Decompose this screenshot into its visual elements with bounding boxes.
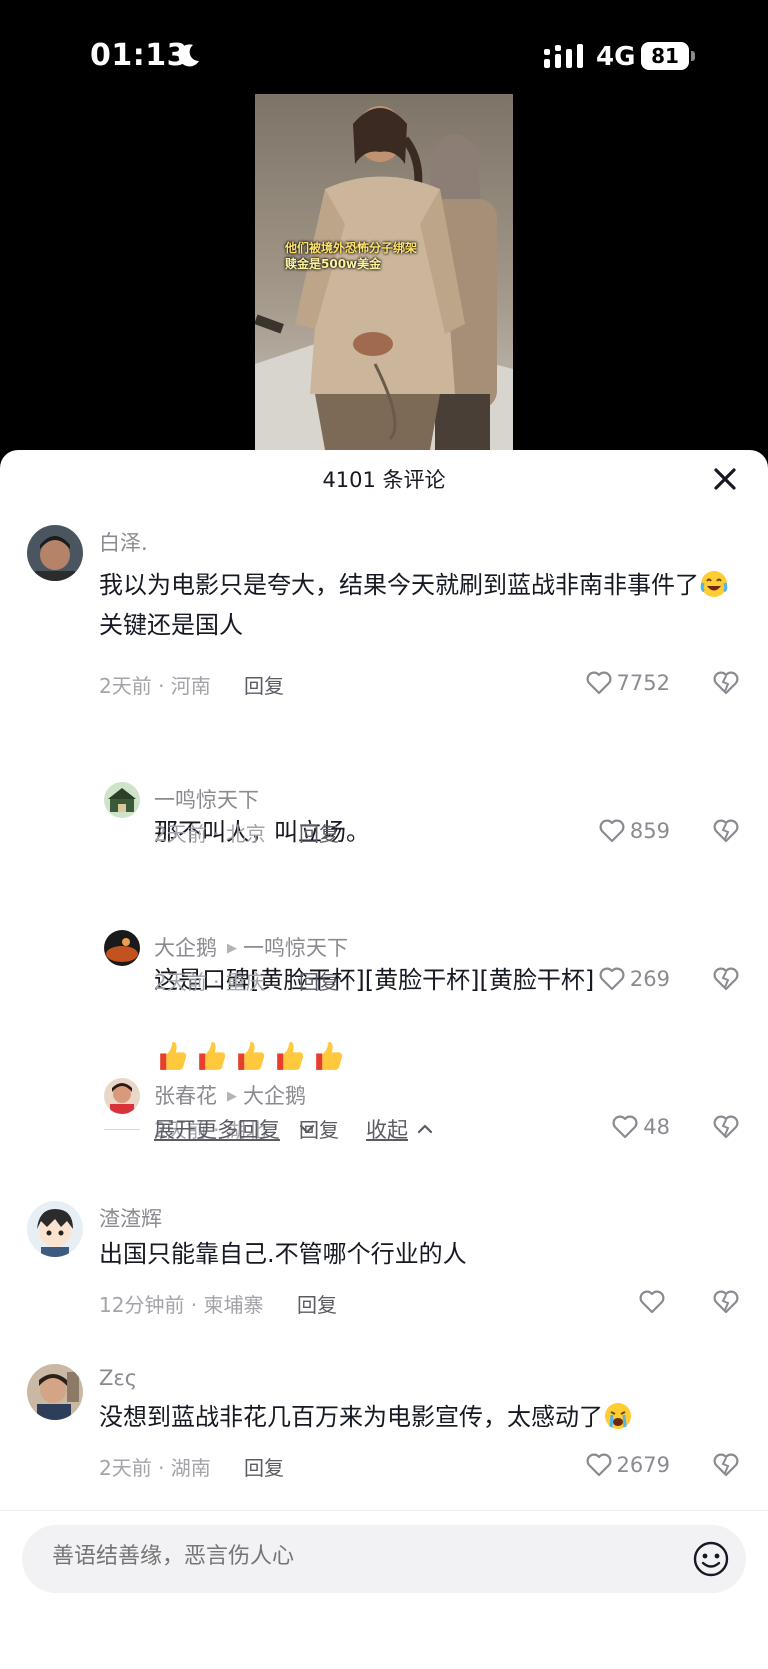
video-caption: 他们被境外恐怖分子绑架 赎金是500w美金 xyxy=(285,240,417,272)
broken-heart-icon[interactable] xyxy=(711,1288,741,1316)
comment-input-bar xyxy=(0,1510,768,1669)
crying-emoji xyxy=(605,1403,631,1429)
collapse-replies-button[interactable]: 收起 xyxy=(366,1114,408,1144)
like-button[interactable]: 7752 xyxy=(560,669,670,697)
divider xyxy=(104,1129,140,1130)
heart-outline-icon xyxy=(586,671,612,695)
status-time: 01:13 xyxy=(90,38,188,73)
battery-tip xyxy=(691,51,695,61)
comment-meta: 12分钟前 · 柬埔寨 xyxy=(99,1293,264,1317)
comments-sheet: 4101 条评论 白泽. 我以为电影只是夸大，结果今天就刷到蓝战非南非事件了关键… xyxy=(0,450,768,1669)
comment-text-part1: 我以为电影只是夸大，结果今天就刷到蓝战非南非事件了 xyxy=(99,571,699,599)
like-button[interactable]: 859 xyxy=(580,817,670,845)
like-count: 859 xyxy=(629,819,670,843)
heart-outline-icon xyxy=(599,819,625,843)
chevron-down-icon xyxy=(299,1124,315,1134)
avatar[interactable] xyxy=(104,782,140,818)
reply-button[interactable]: 回复 xyxy=(297,1289,337,1318)
thumbs-up-emoji xyxy=(316,1041,343,1070)
network-type: 4G xyxy=(596,42,636,72)
thumbs-up-emoji xyxy=(160,1041,187,1070)
reply-username-text: 大企鹅 xyxy=(154,936,217,960)
comment-username[interactable]: Ζες xyxy=(99,1366,137,1390)
reply-button[interactable]: 回复 xyxy=(299,966,339,995)
like-count: 269 xyxy=(629,967,670,991)
video-preview[interactable]: 他们被境外恐怖分子绑架 赎金是500w美金 xyxy=(255,94,513,450)
heart-outline-icon xyxy=(639,1290,665,1314)
comment-username[interactable]: 白泽. xyxy=(99,527,148,557)
like-button[interactable]: 2679 xyxy=(560,1451,670,1479)
broken-heart-icon[interactable] xyxy=(711,817,741,845)
like-count: 48 xyxy=(643,1115,670,1139)
reply-username[interactable]: 一鸣惊天下 xyxy=(154,784,259,814)
comment-list[interactable]: 白泽. 我以为电影只是夸大，结果今天就刷到蓝战非南非事件了关键还是国人 2天前 … xyxy=(0,518,768,1556)
reply-meta: 2天前 · 北京 xyxy=(154,822,266,846)
close-icon[interactable] xyxy=(710,464,740,494)
reply-username[interactable]: 张春花 ▶ 大企鹅 xyxy=(154,1080,306,1110)
video-caption-line1: 他们被境外恐怖分子绑架 xyxy=(285,241,418,255)
reply-text-emojis xyxy=(154,1038,345,1073)
heart-outline-icon xyxy=(586,1453,612,1477)
comment-input[interactable] xyxy=(52,1544,652,1569)
reply-to-arrow-icon: ▶ xyxy=(227,941,237,956)
reply-meta: 2天前 · 重庆 xyxy=(154,970,266,994)
reply-button[interactable]: 回复 xyxy=(299,818,339,847)
comment-text-body: 没想到蓝战非花几百万来为电影宣传，太感动了 xyxy=(99,1403,603,1431)
avatar[interactable] xyxy=(104,930,140,966)
thumbs-up-emoji xyxy=(199,1041,226,1070)
reply-to-username: 一鸣惊天下 xyxy=(243,936,348,960)
comment-input-box[interactable] xyxy=(22,1525,746,1593)
reply-button[interactable]: 回复 xyxy=(244,1452,284,1481)
expand-replies-button[interactable]: 展开更多回复 xyxy=(154,1114,280,1144)
comment-meta: 2天前 · 湖南 xyxy=(99,1456,211,1480)
reply-button[interactable]: 回复 xyxy=(244,670,284,699)
heart-outline-icon xyxy=(599,967,625,991)
battery-indicator: 81 xyxy=(641,42,695,70)
broken-heart-icon[interactable] xyxy=(711,1451,741,1479)
thumbs-up-emoji xyxy=(238,1041,265,1070)
avatar[interactable] xyxy=(27,1201,83,1257)
like-count: 2679 xyxy=(616,1453,670,1477)
smiley-icon[interactable] xyxy=(691,1539,731,1579)
laugh-cry-emoji xyxy=(700,571,728,597)
avatar[interactable] xyxy=(27,1364,83,1420)
like-button[interactable]: 269 xyxy=(580,965,670,993)
reply-to-arrow-icon: ▶ xyxy=(227,1089,237,1104)
chevron-up-icon xyxy=(417,1124,433,1134)
comment-text-part2: 关键还是国人 xyxy=(99,611,243,639)
broken-heart-icon[interactable] xyxy=(711,669,741,697)
comment-text: 没想到蓝战非花几百万来为电影宣传，太感动了 xyxy=(99,1397,739,1437)
comment-meta: 2天前 · 河南 xyxy=(99,674,211,698)
comments-count-title: 4101 条评论 xyxy=(322,468,446,492)
comment-text: 我以为电影只是夸大，结果今天就刷到蓝战非南非事件了关键还是国人 xyxy=(99,565,739,645)
comment-text: 出国只能靠自己.不管哪个行业的人 xyxy=(99,1240,467,1268)
status-bar: 01:13 4G 81 xyxy=(0,0,768,100)
reply-to-username: 大企鹅 xyxy=(243,1084,306,1108)
thumbs-up-emoji xyxy=(277,1041,304,1070)
avatar[interactable] xyxy=(27,525,83,581)
like-count: 7752 xyxy=(616,671,670,695)
broken-heart-icon[interactable] xyxy=(711,1113,741,1141)
moon-icon xyxy=(178,44,199,67)
broken-heart-icon[interactable] xyxy=(711,965,741,993)
comment-username[interactable]: 渣渣辉 xyxy=(99,1203,162,1233)
battery-level: 81 xyxy=(641,42,689,70)
video-caption-line2: 赎金是500w美金 xyxy=(285,257,382,271)
reply-username[interactable]: 大企鹅 ▶ 一鸣惊天下 xyxy=(154,932,348,962)
like-button[interactable] xyxy=(620,1288,670,1316)
signal-icon xyxy=(544,44,583,68)
reply-username-text: 张春花 xyxy=(154,1084,217,1108)
like-button[interactable]: 48 xyxy=(590,1113,670,1141)
heart-outline-icon xyxy=(612,1115,638,1139)
video-frame-image xyxy=(255,94,513,450)
avatar[interactable] xyxy=(104,1078,140,1114)
